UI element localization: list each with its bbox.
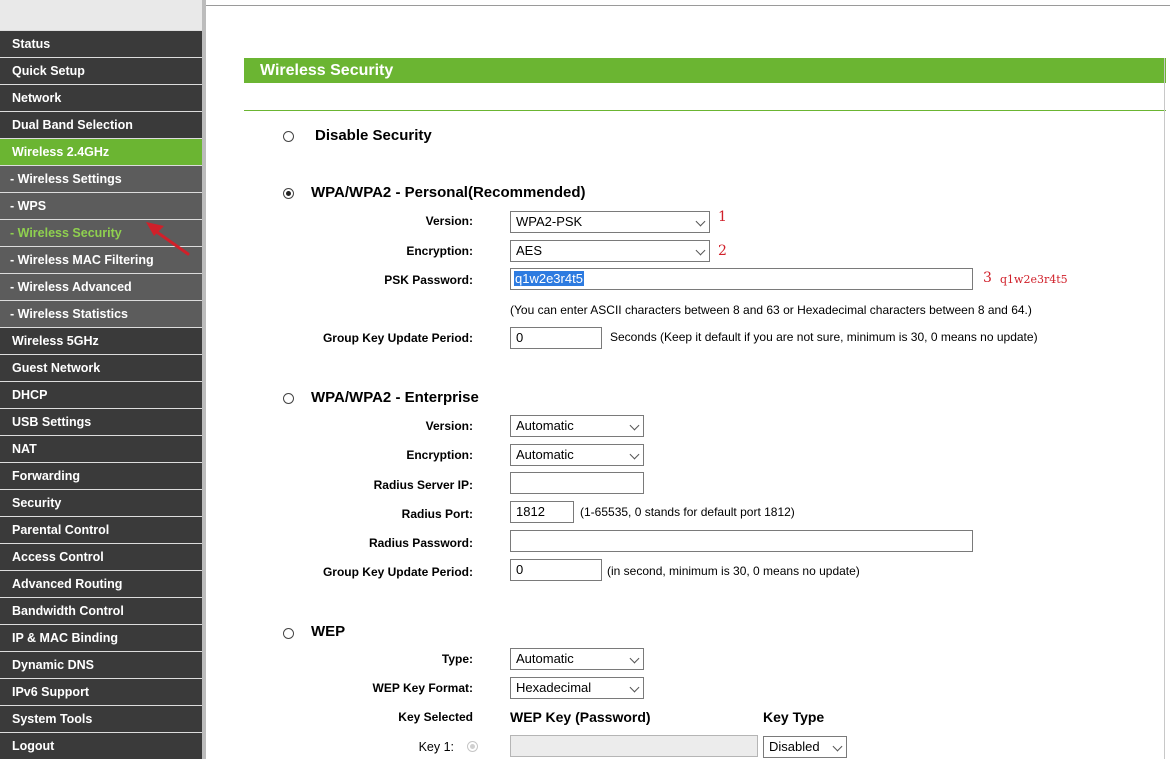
right-rule	[1164, 58, 1165, 759]
key-selected-label: Key Selected	[398, 710, 473, 724]
wep-title: WEP	[311, 623, 346, 640]
disable-security-radio[interactable]	[283, 131, 294, 142]
sidebar-item-parental-control[interactable]: Parental Control	[0, 517, 202, 543]
psk-password-label: PSK Password:	[384, 273, 473, 287]
psk-password-input[interactable]: q1w2e3r4t5	[510, 268, 973, 290]
key1-input[interactable]	[510, 735, 758, 757]
radius-port-hint: (1-65535, 0 stands for default port 1812…	[580, 505, 795, 519]
wep-radio[interactable]	[283, 628, 294, 639]
sidebar-item-ipv6-support[interactable]: IPv6 Support	[0, 679, 202, 705]
radius-port-input[interactable]: 1812	[510, 501, 574, 523]
personal-version-select[interactable]: WPA2-PSK	[510, 211, 710, 233]
radius-port-value: 1812	[516, 504, 545, 519]
page-title: Wireless Security	[244, 58, 1166, 83]
key-type-column-header: Key Type	[763, 709, 825, 725]
psk-password-value: q1w2e3r4t5	[514, 271, 584, 286]
enterprise-encryption-label: Encryption:	[406, 448, 473, 462]
key1-type-value: Disabled	[769, 739, 820, 754]
annotation-1: 1	[718, 209, 727, 225]
personal-gkup-label: Group Key Update Period:	[322, 331, 473, 345]
personal-gkup-hint: Seconds (Keep it default if you are not …	[610, 330, 1038, 344]
psk-password-hint: (You can enter ASCII characters between …	[510, 303, 1032, 317]
enterprise-gkup-value: 0	[516, 562, 524, 577]
sidebar-item-wireless-settings[interactable]: - Wireless Settings	[0, 166, 202, 192]
sidebar-item-wireless-2-4ghz[interactable]: Wireless 2.4GHz	[0, 139, 202, 165]
sidebar-item-network[interactable]: Network	[0, 85, 202, 111]
radius-port-label: Radius Port:	[401, 507, 473, 521]
wep-type-select[interactable]: Automatic	[510, 648, 644, 670]
wep-type-label: Type:	[441, 652, 473, 666]
chevron-down-icon	[695, 245, 706, 256]
key1-type-select[interactable]: Disabled	[763, 736, 847, 758]
sidebar-item-advanced-routing[interactable]: Advanced Routing	[0, 571, 202, 597]
wpa-enterprise-title: WPA/WPA2 - Enterprise	[311, 389, 479, 406]
wpa-personal-title: WPA/WPA2 - Personal(Recommended)	[311, 184, 586, 201]
sidebar-item-quick-setup[interactable]: Quick Setup	[0, 58, 202, 84]
enterprise-version-label: Version:	[425, 419, 473, 433]
sidebar-item-wireless-5ghz[interactable]: Wireless 5GHz	[0, 328, 202, 354]
personal-gkup-value: 0	[516, 330, 524, 345]
disable-security-label: Disable Security	[315, 127, 432, 144]
wep-type-value: Automatic	[516, 651, 574, 666]
header-rule	[244, 110, 1166, 111]
personal-encryption-value: AES	[516, 243, 543, 258]
annotation-2: 2	[718, 243, 727, 259]
sidebar-item-bandwidth-control[interactable]: Bandwidth Control	[0, 598, 202, 624]
key1-label: Key 1:	[418, 740, 454, 754]
enterprise-gkup-label: Group Key Update Period:	[322, 565, 473, 579]
sidebar-item-dhcp[interactable]: DHCP	[0, 382, 202, 408]
sidebar-item-status[interactable]: Status	[0, 31, 202, 57]
sidebar-item-forwarding[interactable]: Forwarding	[0, 463, 202, 489]
sidebar-item-usb-settings[interactable]: USB Settings	[0, 409, 202, 435]
sidebar-item-dual-band-selection[interactable]: Dual Band Selection	[0, 112, 202, 138]
sidebar-item-logout[interactable]: Logout	[0, 733, 202, 759]
chevron-down-icon	[629, 682, 640, 693]
chevron-down-icon	[629, 653, 640, 664]
sidebar-item-wireless-statistics[interactable]: - Wireless Statistics	[0, 301, 202, 327]
wep-key-format-value: Hexadecimal	[516, 680, 592, 695]
sidebar-item-guest-network[interactable]: Guest Network	[0, 355, 202, 381]
radius-server-ip-input[interactable]	[510, 472, 644, 494]
radius-password-input[interactable]	[510, 530, 973, 552]
chevron-down-icon	[695, 216, 706, 227]
sidebar-menu: Status Quick Setup Network Dual Band Select…	[0, 31, 202, 760]
annotation-3: 3	[983, 270, 992, 286]
sidebar-item-wireless-advanced[interactable]: - Wireless Advanced	[0, 274, 202, 300]
personal-encryption-label: Encryption:	[406, 244, 473, 258]
enterprise-gkup-input[interactable]: 0	[510, 559, 602, 581]
radius-password-label: Radius Password:	[368, 536, 473, 550]
sidebar-item-dynamic-dns[interactable]: Dynamic DNS	[0, 652, 202, 678]
chevron-down-icon	[629, 420, 640, 431]
top-divider	[206, 5, 1170, 6]
enterprise-encryption-value: Automatic	[516, 447, 574, 462]
wep-key-column-header: WEP Key (Password)	[510, 709, 651, 725]
chevron-down-icon	[629, 449, 640, 460]
personal-version-label: Version:	[425, 214, 473, 228]
sidebar: Status Quick Setup Network Dual Band Select…	[0, 0, 206, 759]
sidebar-item-access-control[interactable]: Access Control	[0, 544, 202, 570]
enterprise-version-value: Automatic	[516, 418, 574, 433]
key1-radio[interactable]	[467, 741, 478, 752]
annotation-password-note: q1w2e3r4t5	[1000, 273, 1068, 286]
wep-key-format-select[interactable]: Hexadecimal	[510, 677, 644, 699]
radius-server-ip-label: Radius Server IP:	[373, 478, 473, 492]
personal-version-value: WPA2-PSK	[516, 214, 583, 229]
personal-gkup-input[interactable]: 0	[510, 327, 602, 349]
sidebar-edge	[202, 0, 206, 759]
enterprise-gkup-hint: (in second, minimum is 30, 0 means no up…	[607, 564, 860, 578]
sidebar-item-nat[interactable]: NAT	[0, 436, 202, 462]
sidebar-item-ip-mac-binding[interactable]: IP & MAC Binding	[0, 625, 202, 651]
sidebar-top	[0, 0, 206, 30]
red-pointer-arrow-icon	[146, 222, 190, 256]
wep-key-format-label: WEP Key Format:	[372, 681, 473, 695]
sidebar-item-system-tools[interactable]: System Tools	[0, 706, 202, 732]
sidebar-item-security[interactable]: Security	[0, 490, 202, 516]
enterprise-encryption-select[interactable]: Automatic	[510, 444, 644, 466]
chevron-down-icon	[832, 741, 843, 752]
wpa-enterprise-radio[interactable]	[283, 393, 294, 404]
personal-encryption-select[interactable]: AES	[510, 240, 710, 262]
wpa-personal-radio[interactable]	[283, 188, 294, 199]
enterprise-version-select[interactable]: Automatic	[510, 415, 644, 437]
